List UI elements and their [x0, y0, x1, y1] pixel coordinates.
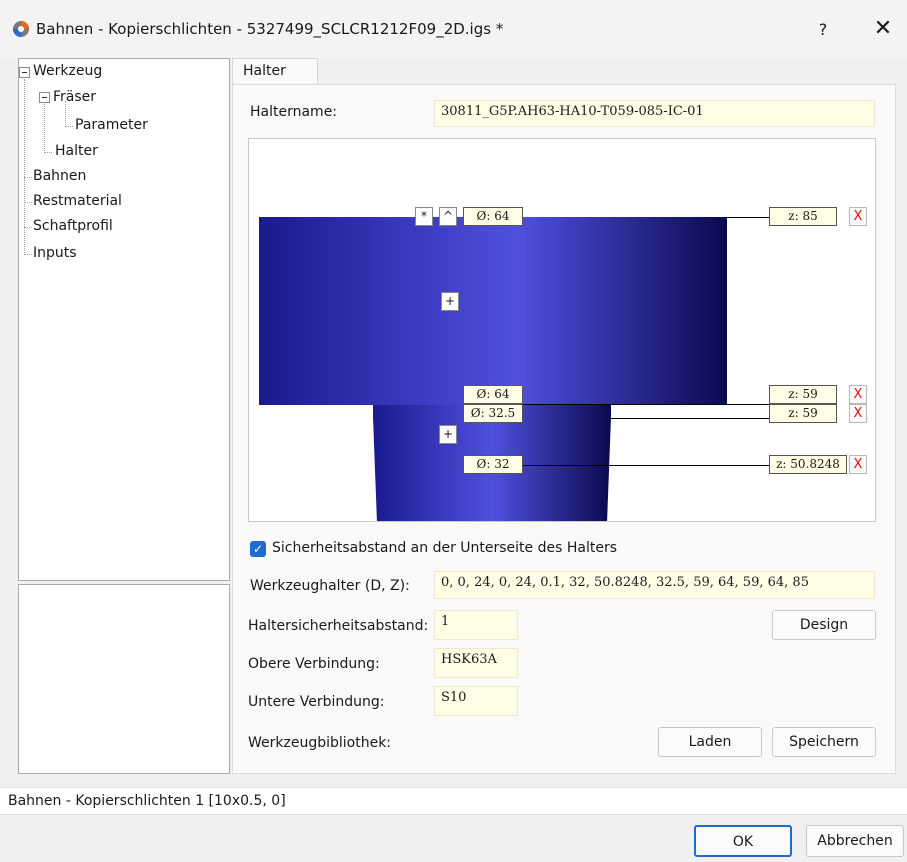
tool-holder-label: Werkzeughalter (D, Z):	[250, 578, 410, 594]
tree-item-halter[interactable]: Halter	[55, 143, 98, 159]
library-label: Werkzeugbibliothek:	[248, 735, 392, 751]
tree-connector	[65, 126, 73, 127]
tree-item-bahnen[interactable]: Bahnen	[33, 168, 86, 184]
help-button[interactable]: ?	[808, 16, 838, 44]
dimension-line	[727, 217, 769, 218]
ok-button[interactable]: OK	[694, 825, 792, 857]
tree-connector	[44, 101, 45, 151]
z-label[interactable]: z: 59	[769, 385, 837, 404]
load-button[interactable]: Laden	[658, 727, 762, 757]
cancel-button[interactable]: Abbrechen	[806, 825, 904, 857]
star-button[interactable]: *	[415, 207, 433, 226]
remove-button[interactable]: X	[849, 455, 867, 474]
status-text: Bahnen - Kopierschlichten 1 [10x0.5, 0]	[8, 793, 286, 809]
tree-item-schaftprofil[interactable]: Schaftprofil	[33, 218, 113, 234]
holder-name-label: Haltername:	[250, 104, 338, 120]
dimension-line	[517, 465, 769, 466]
design-button[interactable]: Design	[772, 610, 876, 640]
diameter-label[interactable]: Ø: 64	[463, 385, 523, 404]
remove-button[interactable]: X	[849, 207, 867, 226]
tree-item-parameter[interactable]: Parameter	[75, 117, 148, 133]
tree-connector	[44, 152, 52, 153]
tool-holder-field[interactable]: 0, 0, 24, 0, 24, 0.1, 32, 50.8248, 32.5,…	[434, 571, 875, 599]
tree-connector	[24, 202, 32, 203]
remove-button[interactable]: X	[849, 385, 867, 404]
lower-connection-label: Untere Verbindung:	[248, 694, 385, 710]
z-label[interactable]: z: 59	[769, 404, 837, 423]
dimension-line	[611, 418, 769, 419]
tree-item-inputs[interactable]: Inputs	[33, 245, 77, 261]
tree-connector	[24, 177, 32, 178]
z-label[interactable]: z: 50.8248	[769, 455, 847, 474]
save-button[interactable]: Speichern	[772, 727, 876, 757]
holder-safety-label: Haltersicherheitsabstand:	[248, 618, 429, 634]
tab-halter[interactable]: Halter	[232, 58, 318, 84]
app-icon	[13, 21, 29, 37]
z-label[interactable]: z: 85	[769, 207, 837, 226]
title-bar: Bahnen - Kopierschlichten - 5327499_SCLC…	[0, 0, 907, 58]
add-segment-button[interactable]: +	[439, 425, 457, 444]
add-segment-button[interactable]: +	[441, 292, 459, 311]
remove-button[interactable]: X	[849, 404, 867, 423]
upper-connection-field[interactable]: HSK63A	[434, 648, 518, 678]
holder-upper-section	[259, 217, 727, 405]
upper-connection-label: Obere Verbindung:	[248, 656, 380, 672]
tree-connector	[24, 254, 32, 255]
caret-button[interactable]: ^	[439, 207, 457, 226]
diameter-label[interactable]: Ø: 64	[463, 207, 523, 226]
safety-checkbox-label: Sicherheitsabstand an der Unterseite des…	[272, 540, 617, 556]
collapse-toggle-icon[interactable]	[19, 67, 30, 78]
status-bar: Bahnen - Kopierschlichten 1 [10x0.5, 0]	[0, 787, 907, 815]
diameter-label[interactable]: Ø: 32	[463, 455, 523, 474]
holder-name-field[interactable]: 30811_G5P.AH63-HA10-T059-085-IC-01	[434, 100, 875, 127]
holder-preview[interactable]: * ^ Ø: 64 z: 85 X + Ø: 64 Ø: 32.5 z: 59 …	[248, 138, 876, 522]
holder-safety-field[interactable]: 1	[434, 610, 518, 640]
tree-connector	[24, 227, 32, 228]
dimension-line	[517, 404, 769, 405]
close-button[interactable]: ✕	[868, 14, 898, 44]
tree-item-werkzeug[interactable]: Werkzeug	[33, 63, 102, 79]
diameter-label[interactable]: Ø: 32.5	[463, 404, 523, 423]
window-title: Bahnen - Kopierschlichten - 5327499_SCLC…	[36, 20, 504, 38]
navigation-tree: Werkzeug Fräser Parameter Halter Bahnen …	[18, 58, 230, 581]
safety-checkbox[interactable]: ✓	[250, 541, 266, 557]
collapse-toggle-icon[interactable]	[39, 92, 50, 103]
tree-connector	[24, 79, 25, 255]
tree-item-fraeser[interactable]: Fräser	[53, 89, 96, 105]
info-panel	[18, 584, 230, 774]
tree-item-restmaterial[interactable]: Restmaterial	[33, 193, 122, 209]
lower-connection-field[interactable]: S10	[434, 686, 518, 716]
